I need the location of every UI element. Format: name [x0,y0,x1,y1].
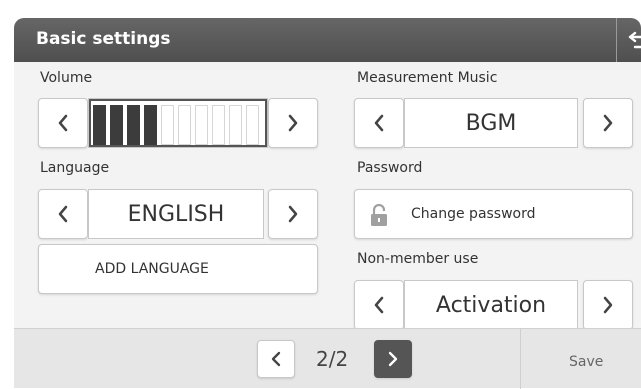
save-button[interactable]: Save [569,354,603,370]
volume-level-bar [144,105,157,145]
language-label: Language [40,160,110,176]
page-indicator: 2/2 [316,347,349,371]
language-value: ENGLISH [88,189,264,239]
change-password-button[interactable]: Change password [354,189,633,239]
language-next-button[interactable] [268,189,318,239]
title-divider [616,18,617,62]
back-button[interactable] [626,27,641,53]
password-label: Password [357,160,423,176]
volume-decrease-button[interactable] [38,98,88,148]
non-member-use-value: Activation [404,280,578,330]
measurement-music-value: BGM [404,98,578,148]
non-member-prev-button[interactable] [354,280,404,330]
back-arrow-icon [628,31,641,49]
chevron-left-icon [374,296,384,314]
volume-increase-button[interactable] [268,98,318,148]
add-language-label: ADD LANGUAGE [95,261,209,277]
footer-divider [520,329,521,389]
change-password-label: Change password [411,206,536,222]
next-page-button[interactable] [374,340,412,378]
chevron-left-icon [58,114,68,132]
prev-page-button[interactable] [257,340,295,378]
volume-level-bar [178,105,191,145]
volume-label: Volume [40,70,93,86]
volume-level-bar [161,105,174,145]
chevron-right-icon [388,351,398,367]
measurement-music-label: Measurement Music [357,70,498,86]
title-bar: Basic settings [14,18,641,62]
volume-level-bar [110,105,123,145]
volume-level-bar [229,105,242,145]
volume-level-bar [127,105,140,145]
volume-meter[interactable] [88,98,268,148]
chevron-right-icon [603,114,613,132]
non-member-use-label: Non-member use [357,251,479,267]
volume-level-bar [246,105,259,145]
lock-icon [371,203,387,226]
volume-level-bar [212,105,225,145]
chevron-right-icon [288,205,298,223]
chevron-left-icon [374,114,384,132]
window-title: Basic settings [36,29,171,49]
chevron-left-icon [58,205,68,223]
language-prev-button[interactable] [38,189,88,239]
add-language-button[interactable]: ADD LANGUAGE [38,244,318,294]
volume-level-bar [195,105,208,145]
music-next-button[interactable] [583,98,633,148]
chevron-left-icon [271,351,281,367]
chevron-right-icon [603,296,613,314]
chevron-right-icon [288,114,298,132]
non-member-next-button[interactable] [583,280,633,330]
volume-level-bar [93,105,106,145]
music-prev-button[interactable] [354,98,404,148]
volume-level-frame [89,99,267,147]
footer-bar: 2/2 Save [14,328,641,389]
